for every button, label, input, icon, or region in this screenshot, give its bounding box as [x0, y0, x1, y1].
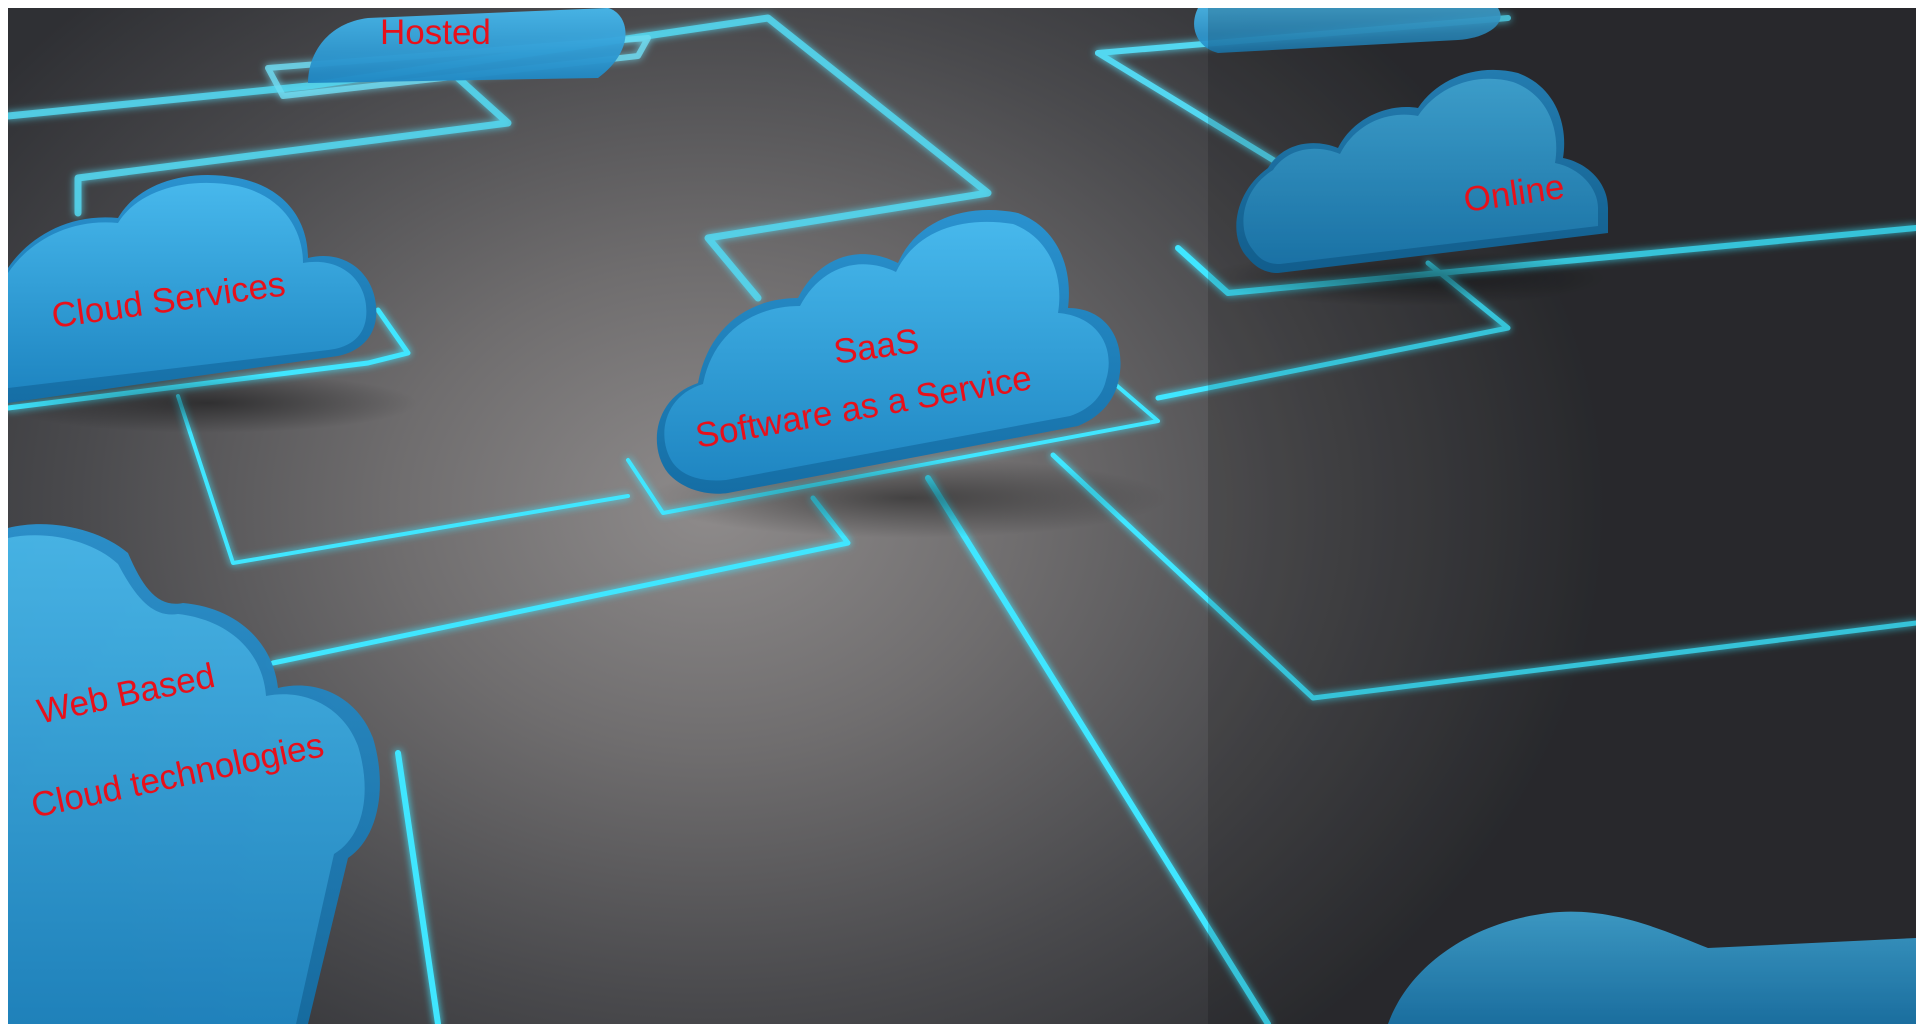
label-hosted: Hosted — [380, 13, 491, 52]
circuit-trace — [395, 750, 441, 1024]
cloud-network-diagram: Hosted Cloud Services SaaS Software as a… — [8, 8, 1916, 1024]
circuit-background — [8, 8, 1916, 1024]
